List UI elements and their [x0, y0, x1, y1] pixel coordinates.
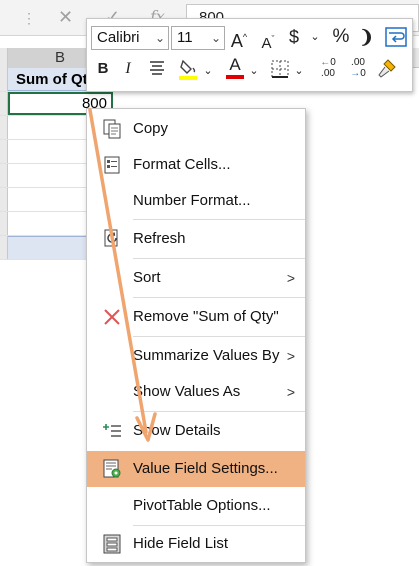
- align-center-icon[interactable]: [147, 59, 167, 83]
- copy-icon: [101, 118, 123, 140]
- menu-item-label: Format Cells...: [133, 156, 231, 173]
- font-size-value: 11: [177, 29, 193, 46]
- value-field-settings-icon: [101, 458, 123, 480]
- menu-item-sort[interactable]: Sort >: [87, 260, 305, 296]
- row-header[interactable]: [0, 68, 8, 91]
- row-header[interactable]: [0, 140, 8, 163]
- font-name-dropdown[interactable]: Calibri ⌄: [91, 26, 169, 50]
- context-menu: Copy Format Cells... Number Format... Re…: [86, 108, 306, 563]
- increase-font-size-icon[interactable]: A^: [229, 27, 249, 51]
- menu-item-summarize-values-by[interactable]: Summarize Values By >: [87, 338, 305, 374]
- menu-item-refresh[interactable]: Refresh: [87, 221, 305, 257]
- menu-item-show-values-as[interactable]: Show Values As >: [87, 374, 305, 410]
- menu-item-hide-field-list[interactable]: Hide Field List: [87, 526, 305, 562]
- chevron-right-icon: >: [286, 348, 295, 364]
- menu-separator: [133, 411, 305, 412]
- mini-toolbar: Calibri ⌄ 11 ⌄ A^ Aˇ $ ⌄ % ❩ B I ⌄ A ⌄ ⌄…: [86, 18, 413, 92]
- menu-item-format-cells[interactable]: Format Cells...: [87, 147, 305, 183]
- menu-item-label: Hide Field List: [133, 535, 229, 552]
- row-header-corner[interactable]: [0, 48, 8, 68]
- menu-item-copy[interactable]: Copy: [87, 111, 305, 147]
- menu-item-label: PivotTable Options...: [133, 497, 271, 514]
- menu-item-pivottable-options[interactable]: PivotTable Options...: [87, 488, 305, 524]
- refresh-icon: [101, 228, 123, 250]
- chevron-down-icon[interactable]: ⌄: [294, 61, 304, 81]
- menu-item-label: Copy: [133, 120, 169, 137]
- italic-button[interactable]: I: [121, 59, 135, 79]
- borders-icon[interactable]: [269, 59, 291, 85]
- cancel-icon[interactable]: ✕: [58, 6, 73, 28]
- comma-style-icon[interactable]: ❩: [359, 27, 374, 47]
- menu-separator: [133, 297, 305, 298]
- format-painter-icon[interactable]: [375, 57, 399, 85]
- row-header[interactable]: [0, 116, 8, 139]
- percent-icon[interactable]: %: [331, 27, 351, 47]
- fill-color-icon[interactable]: [177, 57, 199, 87]
- wrap-text-icon[interactable]: [384, 27, 408, 49]
- font-size-dropdown[interactable]: 11 ⌄: [171, 26, 225, 50]
- menu-item-label: Refresh: [133, 230, 186, 247]
- menu-item-remove-field[interactable]: Remove "Sum of Qty": [87, 299, 305, 335]
- menu-item-value-field-settings[interactable]: Value Field Settings...: [87, 451, 305, 487]
- chevron-down-icon[interactable]: ⌄: [249, 61, 259, 81]
- menu-separator: [133, 336, 305, 337]
- currency-icon[interactable]: $: [287, 27, 301, 47]
- menu-item-label: Show Details: [133, 422, 221, 439]
- row-header[interactable]: [0, 212, 8, 235]
- row-header[interactable]: [0, 236, 8, 259]
- font-color-icon[interactable]: A: [225, 55, 245, 81]
- row-header[interactable]: [0, 92, 8, 115]
- chevron-down-icon: ⌄: [210, 31, 221, 45]
- bold-button[interactable]: B: [95, 59, 111, 79]
- menu-item-label: Sort: [133, 269, 161, 286]
- menu-item-label: Number Format...: [133, 192, 251, 209]
- font-name-value: Calibri: [97, 29, 140, 46]
- menu-item-label: Show Values As: [133, 383, 241, 400]
- decrease-font-size-icon[interactable]: Aˇ: [258, 29, 278, 54]
- menu-item-show-details[interactable]: Show Details: [87, 413, 305, 449]
- menu-item-number-format[interactable]: Number Format...: [87, 183, 305, 219]
- remove-icon: [101, 306, 123, 328]
- chevron-right-icon: >: [286, 384, 295, 400]
- menu-item-label: Summarize Values By: [133, 347, 280, 364]
- chevron-down-icon[interactable]: ⌄: [309, 27, 321, 47]
- chevron-down-icon[interactable]: ⌄: [203, 61, 213, 81]
- menu-separator: [133, 219, 305, 220]
- menu-item-label: Value Field Settings...: [133, 460, 278, 477]
- decrease-decimal-icon[interactable]: .00 →0: [345, 57, 371, 79]
- row-header[interactable]: [0, 188, 8, 211]
- menu-item-label: Remove "Sum of Qty": [133, 308, 279, 325]
- chevron-down-icon: ⌄: [154, 31, 165, 45]
- show-details-icon: [101, 420, 123, 442]
- name-box-splitter[interactable]: ⋮: [22, 9, 36, 27]
- format-cells-icon: [101, 154, 123, 176]
- menu-separator: [133, 258, 305, 259]
- hide-field-list-icon: [101, 533, 123, 555]
- row-header[interactable]: [0, 164, 8, 187]
- increase-decimal-icon[interactable]: ←0.00: [315, 57, 341, 79]
- chevron-right-icon: >: [286, 270, 295, 286]
